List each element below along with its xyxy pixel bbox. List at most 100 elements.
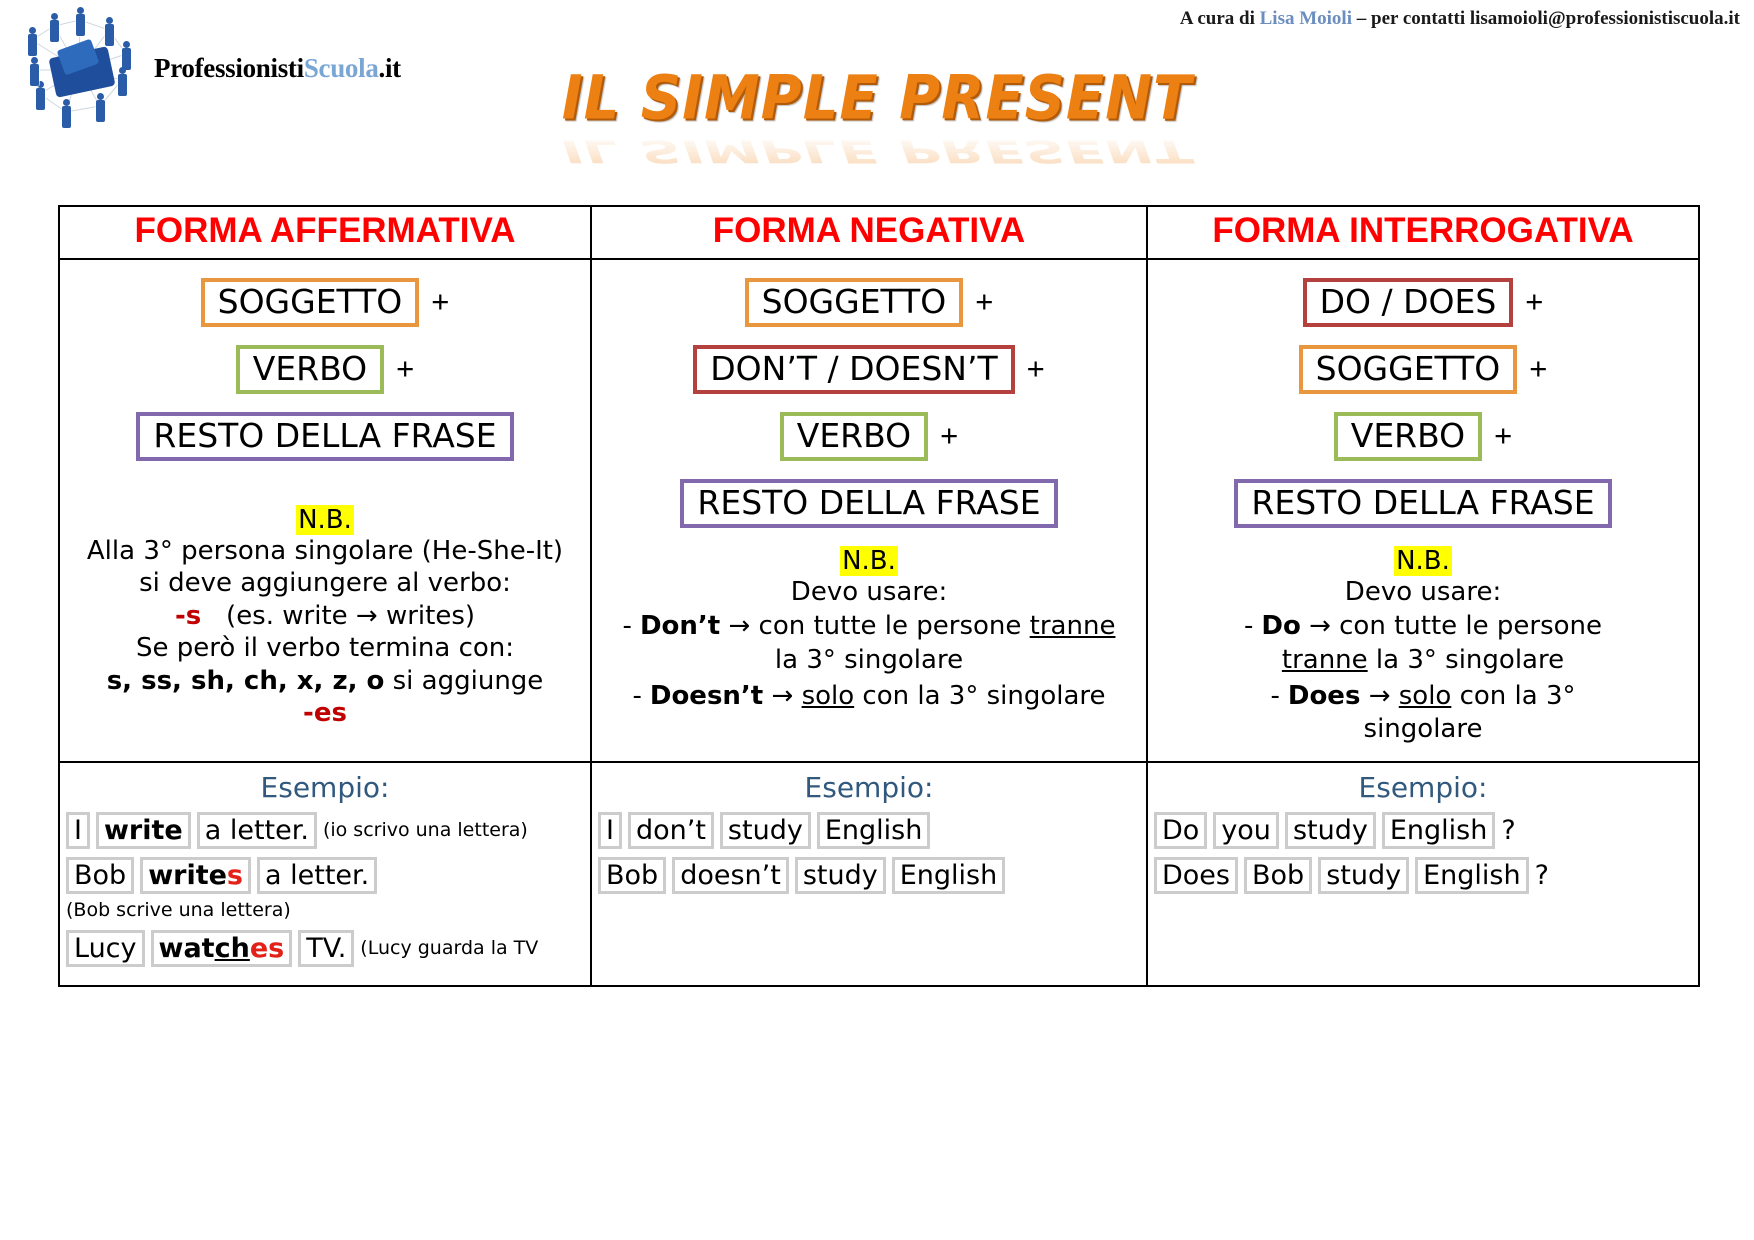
rule-keyword: Does	[1287, 680, 1361, 711]
bullet-dash: -	[622, 611, 632, 642]
endings-tail: si aggiunge	[384, 665, 544, 696]
example-translation: (Bob scrive una lettera)	[66, 899, 291, 922]
example-rest: a letter.	[196, 812, 317, 850]
negative-note-intro: Devo usare:	[790, 576, 948, 607]
example-sentence: Bob writes a letter. (Bob scrive una let…	[66, 857, 584, 922]
example-rest: English	[891, 857, 1006, 895]
affirmative-examples: Esempio: I write a letter. (io scrivo un…	[60, 763, 590, 985]
table-header-row: FORMA AFFERMATIVA FORMA NEGATIVA FORMA I…	[58, 205, 1700, 260]
negative-rules: - Don’t → con tutte le persone tranne la …	[598, 610, 1140, 713]
nb-block: N.B.	[66, 504, 584, 535]
plus-sign: +	[1529, 351, 1548, 387]
example-rest: TV.	[298, 930, 355, 968]
note-line: Alla 3° persona singolare (He-She-It)	[86, 535, 564, 566]
bullet-dash: -	[632, 680, 642, 711]
plus-sign: +	[1525, 284, 1544, 320]
example-rest: English	[1415, 857, 1529, 895]
rule-text-post: con la 3°	[1451, 680, 1576, 711]
page-title-reflection: IL SIMPLE PRESENT	[561, 132, 1193, 169]
affirmative-note: Alla 3° persona singolare (He-She-It) si…	[66, 535, 584, 730]
example-auxiliary: Do	[1154, 812, 1208, 850]
example-translation: (io scrivo una lettera)	[322, 818, 528, 841]
rule-keyword: Do	[1261, 611, 1301, 642]
chip-resto-della-frase: RESTO DELLA FRASE	[136, 411, 514, 461]
interrogative-structure: DO / DOES + SOGGETTO + VERBO + RESTO DEL…	[1148, 260, 1698, 762]
bullet-dash: -	[1243, 611, 1254, 642]
arrow-icon: →	[728, 611, 751, 642]
chip-verbo: VERBO	[235, 344, 385, 394]
nb-block: N.B.	[1154, 545, 1692, 576]
table-structure-row: SOGGETTO + VERBO + RESTO DELLA FRASE N.B…	[58, 257, 1700, 764]
simple-present-table: FORMA AFFERMATIVA FORMA NEGATIVA FORMA I…	[58, 205, 1700, 988]
rule-text-post: la 3° singolare	[1367, 644, 1565, 675]
chip-do-does: DO / DOES	[1302, 277, 1514, 327]
nb-label: N.B.	[840, 545, 898, 576]
example-subject: Bob	[66, 857, 135, 895]
rule-text: con tutte le persone	[1330, 611, 1603, 642]
example-translation: (Lucy guarda la TV	[360, 936, 539, 959]
chip-verbo: VERBO	[1333, 411, 1483, 461]
chip-verbo: VERBO	[779, 411, 929, 461]
structure-row: VERBO +	[66, 344, 584, 394]
rule-line2: singolare	[1363, 714, 1483, 745]
example-title: Esempio:	[260, 771, 390, 805]
example-auxiliary: doesn’t	[672, 857, 789, 895]
structure-row: DON’T / DOESN’T +	[598, 344, 1140, 394]
nb-block: N.B.	[598, 545, 1140, 576]
example-subject: I	[598, 812, 622, 850]
rule-line2: tranne la 3° singolare	[1154, 644, 1692, 678]
rule-keyword: Don’t	[639, 611, 721, 642]
example-rest: English	[1381, 812, 1496, 850]
example-subject: I	[66, 812, 90, 850]
verb-stem: write	[148, 860, 227, 892]
structure-row: RESTO DELLA FRASE	[66, 411, 584, 461]
plus-sign: +	[975, 284, 994, 320]
interrogative-note-intro: Devo usare:	[1344, 576, 1502, 607]
example-subject: Lucy	[66, 930, 145, 968]
example-subject: Bob	[598, 857, 667, 895]
example-verb: watches	[150, 930, 293, 968]
nb-label: N.B.	[1394, 545, 1452, 576]
verb-stem: wat	[158, 933, 215, 965]
example-verb: study	[1284, 812, 1376, 850]
column-heading-affirmative: FORMA AFFERMATIVA	[134, 211, 516, 250]
example-rest: a letter.	[257, 857, 378, 895]
rule-keyword: Doesn’t	[649, 680, 764, 711]
rule-text	[1390, 681, 1398, 711]
suffix-es: -es	[303, 698, 347, 729]
example-subject: Bob	[1244, 857, 1313, 895]
note-rule-s: -s (es. write → writes)	[66, 600, 584, 633]
example-sentence: I don’t study English	[598, 812, 1140, 850]
credit-contact: – per contatti lisamoioli@professionisti…	[1352, 8, 1740, 29]
rule-emphasis: tranne	[1281, 644, 1368, 675]
note-endings-line: s, ss, sh, ch, x, z, o si aggiunge	[66, 665, 584, 698]
verb-underlined-part: ch	[214, 933, 250, 965]
verb-suffix: es	[249, 933, 285, 965]
example-sentence: Do you study English ?	[1154, 812, 1692, 850]
question-mark: ?	[1501, 815, 1516, 847]
chip-soggetto: SOGGETTO	[200, 277, 420, 327]
example-title: Esempio:	[1358, 771, 1488, 805]
example-sentence: Lucy watches TV. (Lucy guarda la TV	[66, 930, 584, 968]
structure-row: DO / DOES +	[1154, 277, 1692, 327]
rule-doesnt: - Doesn’t → solo con la 3° singolare	[598, 680, 1140, 714]
structure-row: RESTO DELLA FRASE	[1154, 478, 1692, 528]
column-heading-negative: FORMA NEGATIVA	[712, 211, 1026, 250]
bullet-dash: -	[1270, 680, 1280, 711]
arrow-icon: →	[1309, 611, 1331, 642]
table-examples-row: Esempio: I write a letter. (io scrivo un…	[58, 761, 1700, 988]
example-verb: writes	[140, 857, 251, 895]
rule-text-post: con la 3° singolare	[854, 680, 1106, 711]
suffix-s-example: (es. write → writes)	[226, 600, 476, 631]
negative-examples: Esempio: I don’t study English Bob doesn…	[592, 763, 1146, 912]
chip-resto-della-frase: RESTO DELLA FRASE	[1234, 478, 1612, 528]
page-title: IL SIMPLE PRESENT	[561, 63, 1193, 134]
chip-soggetto: SOGGETTO	[744, 277, 964, 327]
chip-resto-della-frase: RESTO DELLA FRASE	[680, 478, 1058, 528]
example-sentence: Does Bob study English ?	[1154, 857, 1692, 895]
rule-does: - Does → solo con la 3° singolare	[1154, 680, 1692, 748]
example-auxiliary: don’t	[627, 812, 714, 850]
arrow-icon: →	[1368, 680, 1391, 711]
note-line: Se però il verbo termina con:	[135, 633, 515, 664]
arrow-icon: →	[771, 680, 794, 711]
